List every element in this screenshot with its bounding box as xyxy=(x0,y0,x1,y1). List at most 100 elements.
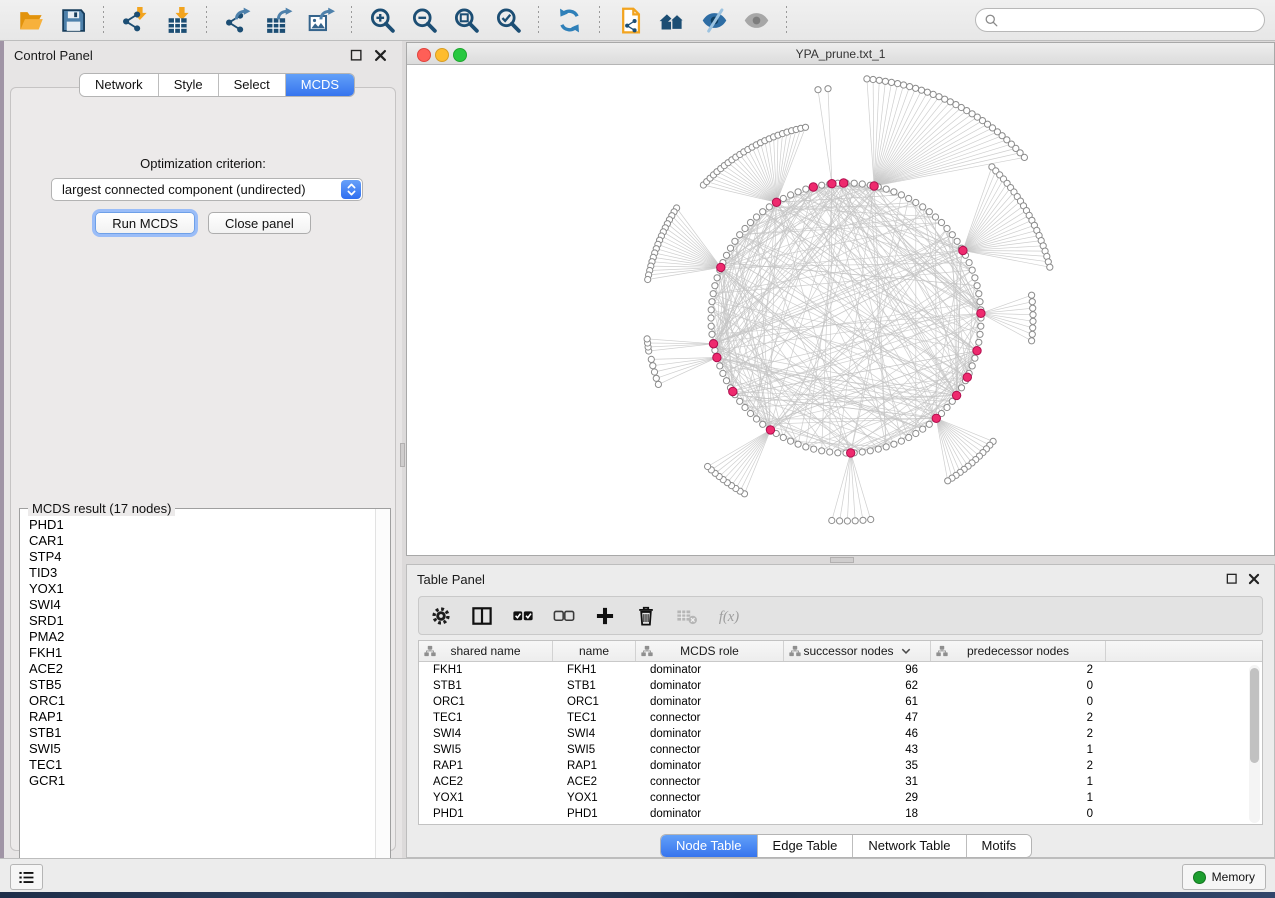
horizontal-splitter-handle[interactable] xyxy=(830,557,854,563)
select-all-icon[interactable] xyxy=(511,604,535,628)
table-scrollbar-thumb[interactable] xyxy=(1250,668,1259,763)
column-header-predecessor-nodes[interactable]: predecessor nodes xyxy=(931,641,1106,661)
zoom-selected-icon[interactable] xyxy=(491,3,525,37)
search-websites-icon[interactable] xyxy=(655,3,689,37)
mcds-result-node[interactable]: ACE2 xyxy=(21,661,373,677)
search-input[interactable] xyxy=(1004,12,1256,28)
mcds-node[interactable] xyxy=(709,340,717,348)
table-tab-edge-table[interactable]: Edge Table xyxy=(758,835,854,857)
vertical-splitter-handle[interactable] xyxy=(400,443,405,467)
network-graph[interactable] xyxy=(407,65,1274,555)
mcds-node[interactable] xyxy=(959,246,967,254)
export-network-icon[interactable] xyxy=(220,3,254,37)
column-header-name[interactable]: name xyxy=(553,641,636,661)
mcds-node[interactable] xyxy=(729,387,737,395)
mcds-result-node[interactable]: TID3 xyxy=(21,565,373,581)
import-network-icon[interactable] xyxy=(117,3,151,37)
cell-shared-name: SWI5 xyxy=(419,744,553,756)
deselect-all-icon[interactable] xyxy=(552,604,576,628)
float-panel-icon[interactable] xyxy=(349,48,364,63)
share-document-icon[interactable] xyxy=(613,3,647,37)
tab-select[interactable]: Select xyxy=(219,74,286,96)
table-row[interactable]: ACE2ACE2connector311 xyxy=(419,774,1262,790)
delete-icon[interactable] xyxy=(634,604,658,628)
export-image-icon[interactable] xyxy=(304,3,338,37)
tab-network[interactable]: Network xyxy=(80,74,159,96)
mcds-result-scrollbar[interactable] xyxy=(375,509,390,880)
zoom-in-icon[interactable] xyxy=(365,3,399,37)
table-row[interactable]: STB1STB1dominator620 xyxy=(419,678,1262,694)
mcds-result-node[interactable]: SRD1 xyxy=(21,613,373,629)
mcds-result-node[interactable]: PHD1 xyxy=(21,517,373,533)
mcds-node[interactable] xyxy=(973,347,981,355)
save-session-icon[interactable] xyxy=(56,3,90,37)
search-box[interactable] xyxy=(975,8,1265,32)
memory-button[interactable]: Memory xyxy=(1182,864,1266,890)
mcds-result-node[interactable]: GCR1 xyxy=(21,773,373,789)
add-icon[interactable] xyxy=(593,604,617,628)
optimization-criterion-select[interactable]: largest connected component (undirected) xyxy=(51,178,363,201)
mcds-result-node[interactable]: ORC1 xyxy=(21,693,373,709)
close-panel-icon[interactable] xyxy=(373,48,388,63)
zoom-out-icon[interactable] xyxy=(407,3,441,37)
table-row[interactable]: RAP1RAP1dominator352 xyxy=(419,758,1262,774)
mcds-node[interactable] xyxy=(766,426,774,434)
mcds-node[interactable] xyxy=(839,179,847,187)
table-row[interactable]: SWI4SWI4dominator462 xyxy=(419,726,1262,742)
tab-style[interactable]: Style xyxy=(159,74,219,96)
mcds-node[interactable] xyxy=(809,183,817,191)
mcds-result-node[interactable]: CAR1 xyxy=(21,533,373,549)
table-row[interactable]: PHD1PHD1dominator180 xyxy=(419,806,1262,822)
refresh-icon[interactable] xyxy=(552,3,586,37)
mcds-result-node[interactable]: SWI5 xyxy=(21,741,373,757)
mcds-node[interactable] xyxy=(952,391,960,399)
mcds-result-node[interactable]: STB5 xyxy=(21,677,373,693)
column-header-MCDS-role[interactable]: MCDS role xyxy=(636,641,784,661)
table-row[interactable]: YOX1YOX1connector291 xyxy=(419,790,1262,806)
table-row[interactable]: FKH1FKH1dominator962 xyxy=(419,662,1262,678)
mcds-result-node[interactable]: STP4 xyxy=(21,549,373,565)
open-session-icon[interactable] xyxy=(14,3,48,37)
run-mcds-button[interactable]: Run MCDS xyxy=(95,212,195,234)
close-table-panel-icon[interactable] xyxy=(1247,572,1262,587)
table-tab-network-table[interactable]: Network Table xyxy=(853,835,966,857)
task-history-button[interactable] xyxy=(10,864,43,890)
desktop-edge-bottom xyxy=(0,892,1275,898)
mcds-node[interactable] xyxy=(772,198,780,206)
show-hide-columns-icon[interactable] xyxy=(470,604,494,628)
tab-mcds[interactable]: MCDS xyxy=(286,74,354,96)
table-row[interactable]: SWI5SWI5connector431 xyxy=(419,742,1262,758)
float-table-panel-icon[interactable] xyxy=(1225,572,1240,587)
column-header-shared-name[interactable]: shared name xyxy=(419,641,553,661)
shared-column-icon xyxy=(936,645,948,660)
hide-selection-icon[interactable] xyxy=(697,3,731,37)
mcds-node[interactable] xyxy=(963,373,971,381)
table-tab-node-table[interactable]: Node Table xyxy=(661,835,758,857)
mcds-result-node[interactable]: PMA2 xyxy=(21,629,373,645)
mcds-result-node[interactable]: SWI4 xyxy=(21,597,373,613)
mcds-result-node[interactable]: STB1 xyxy=(21,725,373,741)
mcds-result-node[interactable]: TEC1 xyxy=(21,757,373,773)
table-scrollbar[interactable] xyxy=(1249,665,1260,823)
close-panel-button[interactable]: Close panel xyxy=(208,212,311,234)
table-tab-motifs[interactable]: Motifs xyxy=(967,835,1032,857)
gear-icon[interactable] xyxy=(429,604,453,628)
mcds-result-node[interactable]: RAP1 xyxy=(21,709,373,725)
mcds-node[interactable] xyxy=(932,414,940,422)
mcds-node[interactable] xyxy=(847,449,855,457)
mcds-node[interactable] xyxy=(717,263,725,271)
table-row[interactable]: TEC1TEC1connector472 xyxy=(419,710,1262,726)
import-table-icon[interactable] xyxy=(159,3,193,37)
mcds-result-node[interactable]: YOX1 xyxy=(21,581,373,597)
zoom-fit-icon[interactable] xyxy=(449,3,483,37)
mcds-node[interactable] xyxy=(828,180,836,188)
mcds-node[interactable] xyxy=(870,182,878,190)
mcds-result-list[interactable]: PHD1CAR1STP4TID3YOX1SWI4SRD1PMA2FKH1ACE2… xyxy=(21,517,373,879)
mcds-node[interactable] xyxy=(713,353,721,361)
column-header-successor-nodes[interactable]: successor nodes xyxy=(784,641,931,661)
show-all-icon[interactable] xyxy=(739,3,773,37)
export-table-icon[interactable] xyxy=(262,3,296,37)
mcds-result-node[interactable]: FKH1 xyxy=(21,645,373,661)
mcds-node[interactable] xyxy=(977,309,985,317)
table-row[interactable]: ORC1ORC1dominator610 xyxy=(419,694,1262,710)
